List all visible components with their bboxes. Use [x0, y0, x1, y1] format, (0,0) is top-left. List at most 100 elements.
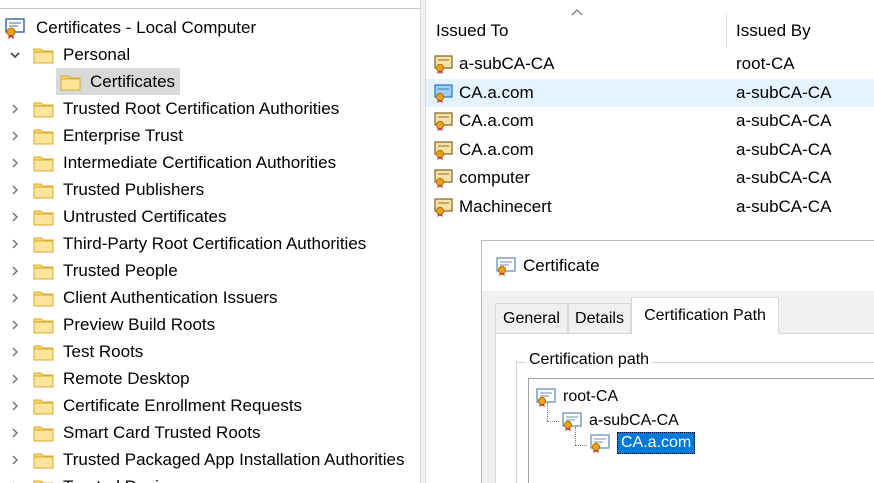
tree-item-label: Remote Desktop	[63, 368, 190, 388]
tab-general[interactable]: General	[495, 303, 568, 333]
chevron-right-icon[interactable]	[6, 316, 24, 334]
certificate-icon	[433, 54, 455, 74]
chevron-right-icon[interactable]	[6, 478, 24, 483]
folder-icon	[33, 316, 54, 334]
certificate-row[interactable]: CA.a.com a-subCA-CA	[426, 107, 874, 135]
chevron-right-icon[interactable]	[6, 154, 24, 172]
path-node-label-selected: CA.a.com	[617, 432, 696, 454]
folder-icon	[33, 208, 54, 226]
tree-item[interactable]: Remote Desktop	[6, 365, 190, 392]
tree-item-label: Intermediate Certification Authorities	[63, 152, 337, 172]
chevron-right-icon[interactable]	[6, 370, 24, 388]
tree-item-label: Test Roots	[63, 341, 144, 361]
path-node-intermediate[interactable]: a-subCA-CA	[561, 409, 679, 433]
chevron-right-icon[interactable]	[6, 208, 24, 226]
certificate-row[interactable]: CA.a.com a-subCA-CA	[426, 136, 874, 164]
chevron-right-icon[interactable]	[6, 235, 24, 253]
cell-issued-by: root-CA	[736, 54, 795, 73]
tree-item[interactable]: Trusted Publishers	[6, 176, 204, 203]
folder-icon	[33, 181, 54, 199]
chevron-right-icon[interactable]	[6, 181, 24, 199]
folder-icon	[33, 154, 54, 172]
tree-item-label: Trusted Packaged App Installation Author…	[63, 449, 405, 469]
certificate-row[interactable]: computer a-subCA-CA	[426, 164, 874, 192]
dialog-title: Certificate	[523, 256, 600, 275]
certificate-icon	[535, 387, 557, 407]
cell-issued-by: a-subCA-CA	[736, 197, 832, 216]
tree-item-label: Trusted Root Certification Authorities	[63, 98, 340, 118]
certificate-icon	[433, 168, 455, 189]
certificate-row[interactable]: CA.a.com a-subCA-CA	[426, 78, 874, 107]
tree-item[interactable]: Enterprise Trust	[6, 122, 183, 149]
tab-certification-path[interactable]: Certification Path	[631, 297, 779, 334]
chevron-right-icon[interactable]	[6, 424, 24, 442]
tree-item[interactable]: Third-Party Root Certification Authoriti…	[6, 230, 366, 257]
folder-icon	[60, 73, 81, 91]
folder-icon	[33, 370, 54, 388]
tree-item-label: Third-Party Root Certification Authoriti…	[63, 233, 367, 253]
path-node-leaf[interactable]: CA.a.com	[589, 431, 696, 455]
chevron-right-icon[interactable]	[6, 343, 24, 361]
folder-icon	[33, 46, 54, 64]
column-divider[interactable]	[726, 14, 727, 48]
cell-issued-to: computer	[459, 168, 530, 188]
folder-icon	[33, 397, 54, 415]
tree-item-label: Certificates	[90, 71, 176, 91]
tree-item-label: Trusted Publishers	[63, 179, 205, 199]
folder-icon	[33, 343, 54, 361]
tree-item[interactable]: Intermediate Certification Authorities	[6, 149, 336, 176]
certification-path-tree[interactable]: root-CA a-subCA-CA CA.a.com	[528, 378, 874, 483]
tree-item[interactable]: Untrusted Certificates	[6, 203, 226, 230]
tree-item[interactable]: Trusted People	[6, 257, 178, 284]
column-header-issued-by[interactable]: Issued By	[736, 14, 874, 48]
tree-item-label: Certificate Enrollment Requests	[63, 395, 303, 415]
path-node-label: a-subCA-CA	[589, 412, 679, 429]
tree-item[interactable]: Smart Card Trusted Roots	[6, 419, 260, 446]
folder-icon	[33, 289, 54, 307]
tree-item[interactable]: Client Authentication Issuers	[6, 284, 278, 311]
cell-issued-by: a-subCA-CA	[736, 168, 832, 188]
certificate-dialog: Certificate General Details Certificatio…	[481, 240, 874, 483]
tree-item[interactable]: Trusted Root Certification Authorities	[6, 95, 339, 122]
folder-icon	[33, 424, 54, 442]
cell-issued-to: CA.a.com	[459, 111, 534, 131]
chevron-right-icon[interactable]	[6, 451, 24, 469]
certificate-row[interactable]: a-subCA-CA root-CA	[426, 50, 874, 78]
tab-panel: Certification path root-CA a-subCA-CA CA…	[495, 333, 874, 483]
cell-issued-to: CA.a.com	[459, 82, 534, 102]
tree-item-label: Trusted Devices	[63, 477, 185, 483]
cell-issued-by: a-subCA-CA	[736, 111, 832, 131]
certificate-row[interactable]: Machinecert a-subCA-CA	[426, 193, 874, 221]
chevron-right-icon[interactable]	[6, 127, 24, 145]
cell-issued-by: a-subCA-CA	[736, 139, 832, 159]
cell-issued-to: CA.a.com	[459, 139, 534, 159]
certificate-icon	[495, 256, 517, 276]
group-label: Certification path	[526, 351, 653, 369]
tree-item[interactable]: Preview Build Roots	[6, 311, 215, 338]
tab-details[interactable]: Details	[568, 303, 631, 333]
path-node-root[interactable]: root-CA	[535, 385, 618, 409]
tree-item[interactable]: Trusted Devices	[6, 473, 185, 483]
certificate-icon	[561, 411, 583, 431]
tree-item-certificates[interactable]: Certificates	[56, 68, 181, 95]
cell-issued-to: a-subCA-CA	[459, 54, 555, 73]
folder-icon	[33, 262, 54, 280]
chevron-down-icon[interactable]	[6, 46, 24, 64]
certificate-icon	[433, 140, 455, 160]
tree-item[interactable]: Test Roots	[6, 338, 143, 365]
cell-issued-to: Machinecert	[459, 197, 552, 216]
tree-item-label: Personal	[63, 44, 131, 64]
column-header-issued-to[interactable]: Issued To	[436, 14, 726, 48]
chevron-right-icon[interactable]	[6, 262, 24, 280]
certificate-icon	[433, 197, 455, 217]
chevron-right-icon[interactable]	[6, 289, 24, 307]
tree-item[interactable]: Certificate Enrollment Requests	[6, 392, 302, 419]
tree-item-personal[interactable]: Personal	[6, 41, 130, 68]
chevron-right-icon[interactable]	[6, 397, 24, 415]
tree-root-label: Certificates - Local Computer	[36, 17, 257, 37]
tree-connector	[547, 421, 559, 422]
tree-root[interactable]: Certificates - Local Computer	[4, 14, 256, 41]
tree-item[interactable]: Trusted Packaged App Installation Author…	[6, 446, 404, 473]
dialog-titlebar[interactable]: Certificate	[482, 241, 874, 291]
chevron-right-icon[interactable]	[6, 100, 24, 118]
